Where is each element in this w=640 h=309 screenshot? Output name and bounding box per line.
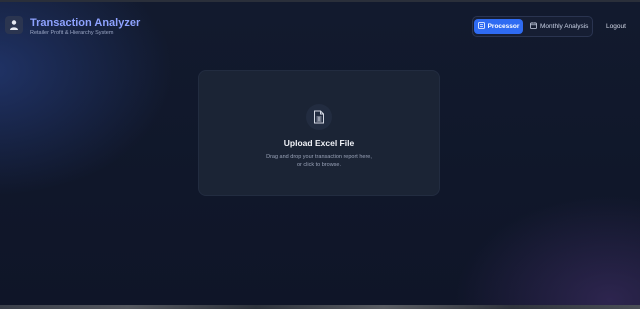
app-subtitle: Retailer Profit & Hierarchy System (30, 30, 114, 36)
logout-button[interactable]: Logout (606, 23, 626, 30)
calendar-icon (530, 22, 537, 31)
upload-dropzone[interactable]: Upload Excel File Drag and drop your tra… (198, 70, 440, 196)
upload-description-line2: or click to browse. (296, 162, 341, 168)
app-title: Transaction Analyzer (30, 17, 141, 29)
upload-description: Drag and drop your transaction report he… (199, 153, 439, 169)
upload-description-line1: Drag and drop your transaction report he… (266, 154, 372, 160)
tab-monthly-analysis[interactable]: Monthly Analysis (527, 19, 592, 34)
tab-processor[interactable]: Processor (474, 19, 523, 34)
upload-title: Upload Excel File (283, 138, 355, 148)
tab-processor-label: Processor (487, 23, 520, 30)
view-tabs: Processor Monthly Analysis (472, 16, 593, 37)
processor-icon (477, 22, 485, 31)
app-logo-icon (5, 16, 23, 34)
bottom-border (0, 305, 640, 309)
file-spreadsheet-icon (306, 104, 332, 130)
app-header: Transaction Analyzer Retailer Profit & H… (0, 2, 640, 50)
tab-monthly-analysis-label: Monthly Analysis (540, 23, 589, 30)
